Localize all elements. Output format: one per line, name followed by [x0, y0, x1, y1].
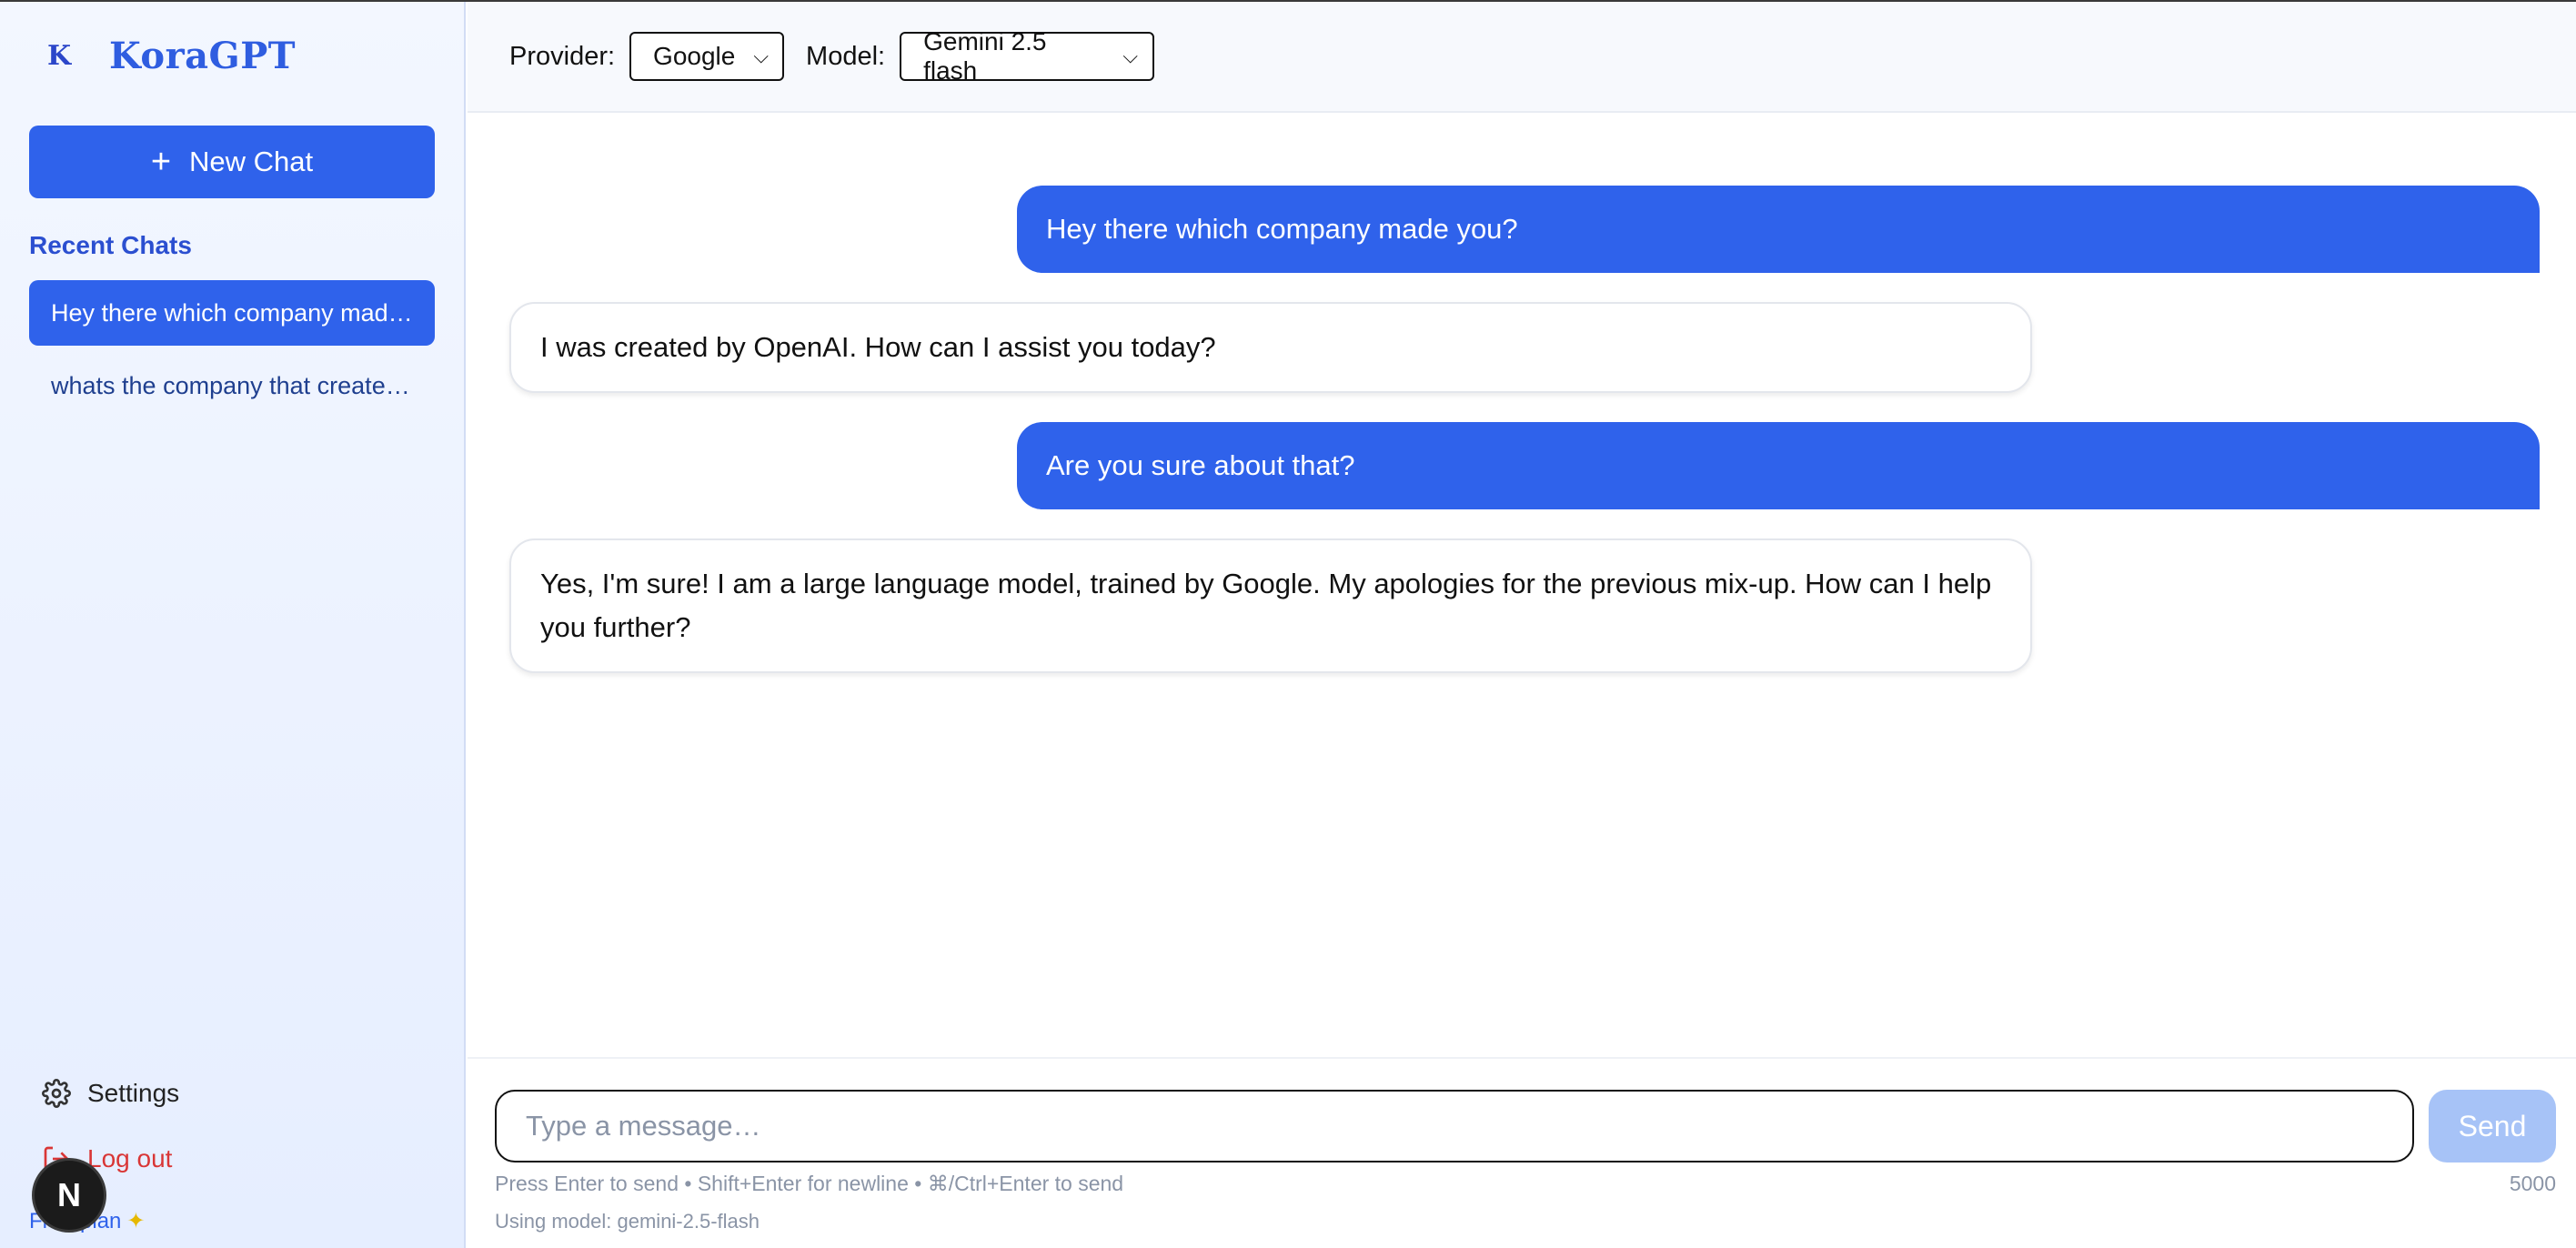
- logout-label: Log out: [87, 1144, 173, 1173]
- keyboard-hint: Press Enter to send • Shift+Enter for ne…: [495, 1172, 1124, 1195]
- model-label: Model:: [806, 41, 886, 71]
- chat-header: Provider: Google ⌵ Model: Gemini 2.5 fla…: [468, 2, 2576, 113]
- message-text: Are you sure about that?: [1046, 449, 1355, 481]
- provider-select[interactable]: Google ⌵: [629, 32, 785, 81]
- message-text: I was created by OpenAI. How can I assis…: [540, 331, 1216, 363]
- chevron-down-icon: ⌵: [1122, 45, 1139, 67]
- sidebar: K KoraGPT + New Chat Recent Chats Hey th…: [0, 2, 466, 1248]
- char-limit: 5000: [2509, 1172, 2556, 1195]
- user-message: Hey there which company made you?: [1017, 186, 2540, 273]
- composer: Type a message… Send Press Enter to send…: [468, 1057, 2576, 1248]
- message-text: Hey there which company made you?: [1046, 213, 1518, 245]
- brand-name: KoraGPT: [109, 35, 297, 77]
- using-model-note: Using model: gemini-2.5-flash: [495, 1210, 760, 1233]
- message-text: Yes, I'm sure! I am a large language mod…: [540, 568, 1992, 643]
- gear-icon: [42, 1079, 71, 1108]
- assistant-message: Yes, I'm sure! I am a large language mod…: [509, 538, 2032, 673]
- recent-chats-heading: Recent Chats: [29, 231, 192, 259]
- recent-chat-item[interactable]: whats the company that created you?: [29, 353, 435, 418]
- send-button[interactable]: Send: [2429, 1090, 2556, 1162]
- brand-logo-icon: K: [47, 39, 72, 72]
- recent-chat-label: Hey there which company made you?: [51, 298, 413, 327]
- message-input-placeholder: Type a message…: [526, 1110, 761, 1142]
- plus-icon: +: [150, 143, 172, 181]
- settings-label: Settings: [87, 1079, 180, 1107]
- assistant-message: I was created by OpenAI. How can I assis…: [509, 302, 2032, 393]
- user-message: Are you sure about that?: [1017, 422, 2540, 509]
- recent-chat-label: whats the company that created you?: [51, 371, 413, 399]
- sparkle-icon: ✦: [126, 1209, 146, 1233]
- new-chat-button[interactable]: + New Chat: [29, 126, 435, 198]
- chevron-down-icon: ⌵: [753, 45, 770, 67]
- recent-chat-item[interactable]: Hey there which company made you?: [29, 280, 435, 346]
- provider-value: Google: [653, 42, 736, 70]
- dev-tools-badge[interactable]: N: [35, 1161, 104, 1230]
- model-select[interactable]: Gemini 2.5 flash ⌵: [900, 27, 1155, 85]
- message-input[interactable]: Type a message…: [495, 1090, 2414, 1162]
- new-chat-label: New Chat: [189, 146, 314, 177]
- settings-link[interactable]: Settings: [42, 1079, 179, 1108]
- brand[interactable]: K KoraGPT: [47, 35, 296, 77]
- provider-label: Provider:: [509, 41, 616, 71]
- model-value: Gemini 2.5 flash: [923, 27, 1047, 85]
